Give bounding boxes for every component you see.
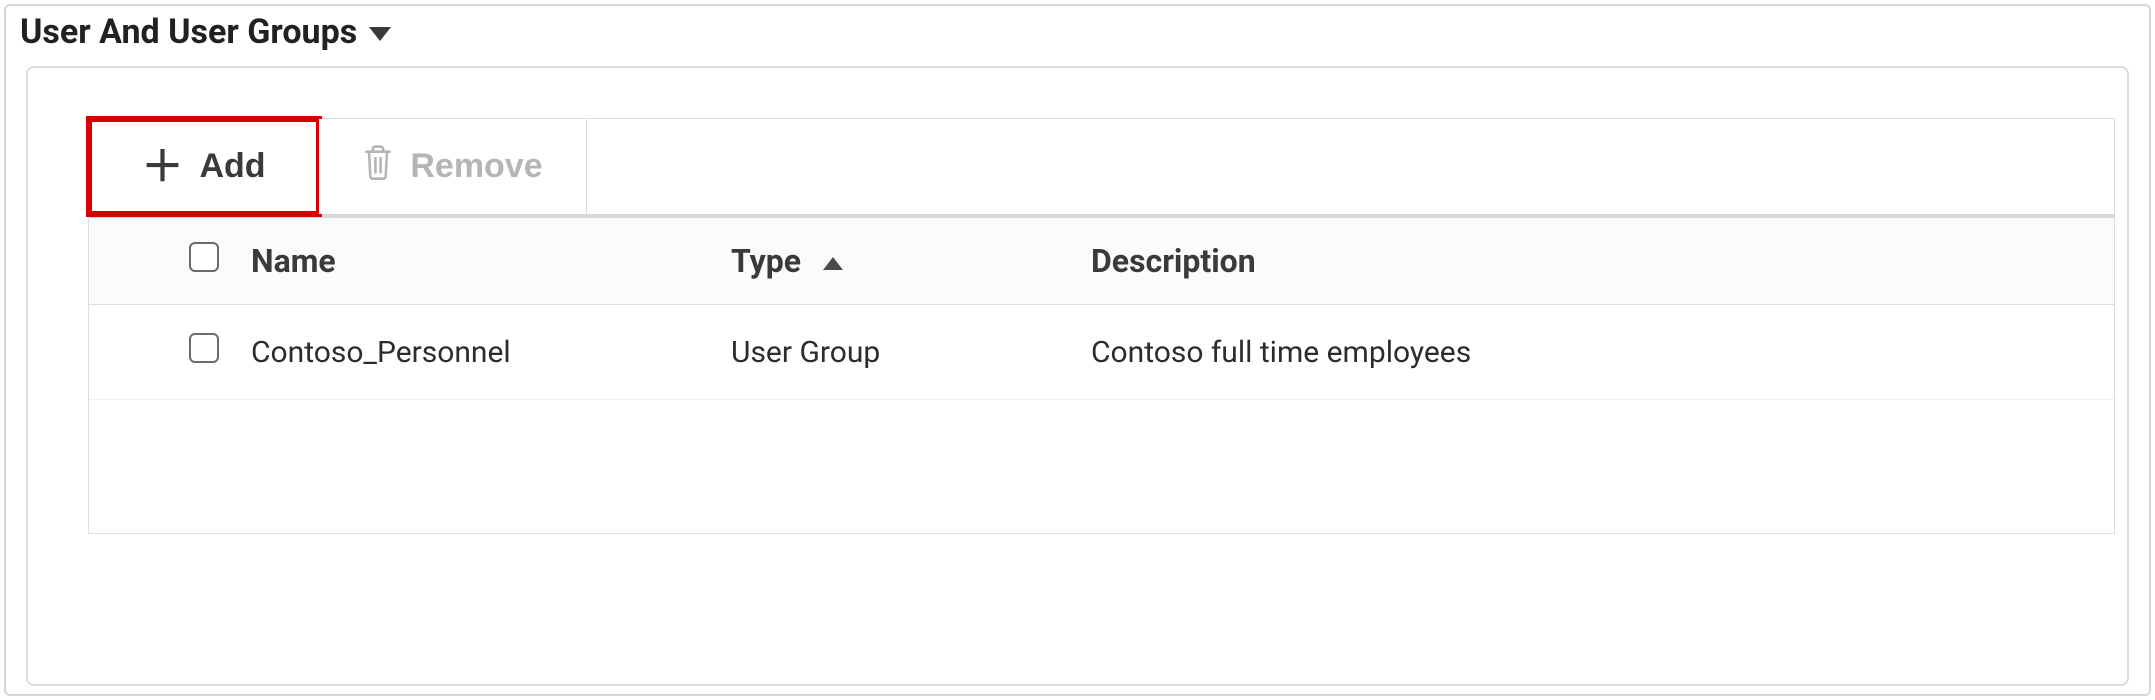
row-checkbox-cell xyxy=(89,305,239,400)
panel-title: User And User Groups xyxy=(20,12,357,52)
user-groups-table: Name Type Description xyxy=(89,218,2114,400)
row-name-cell: Contoso_Personnel xyxy=(239,305,719,400)
remove-button-label: Remove xyxy=(410,147,542,186)
user-groups-panel: User And User Groups ＋ Add Remove xyxy=(4,4,2151,696)
remove-button: Remove xyxy=(319,119,587,214)
select-all-checkbox[interactable] xyxy=(189,242,219,272)
column-header-checkbox xyxy=(89,218,239,305)
row-type-cell: User Group xyxy=(719,305,1079,400)
column-header-description[interactable]: Description xyxy=(1079,218,2114,305)
trash-icon xyxy=(362,144,394,189)
sort-ascending-icon xyxy=(823,257,843,270)
add-button[interactable]: ＋ Add xyxy=(89,119,319,214)
row-description-cell: Contoso full time employees xyxy=(1079,305,2114,400)
table-container: Name Type Description xyxy=(88,214,2115,534)
inner-panel: ＋ Add Remove xyxy=(26,66,2129,686)
row-checkbox[interactable] xyxy=(189,333,219,363)
column-header-name[interactable]: Name xyxy=(239,218,719,305)
add-button-label: Add xyxy=(199,147,265,186)
caret-down-icon xyxy=(369,27,391,41)
table-header-row: Name Type Description xyxy=(89,218,2114,305)
table-row[interactable]: Contoso_Personnel User Group Contoso ful… xyxy=(89,305,2114,400)
plus-icon: ＋ xyxy=(141,146,183,188)
panel-header[interactable]: User And User Groups xyxy=(6,6,2149,66)
column-header-type[interactable]: Type xyxy=(719,218,1079,305)
toolbar: ＋ Add Remove xyxy=(88,118,2115,214)
